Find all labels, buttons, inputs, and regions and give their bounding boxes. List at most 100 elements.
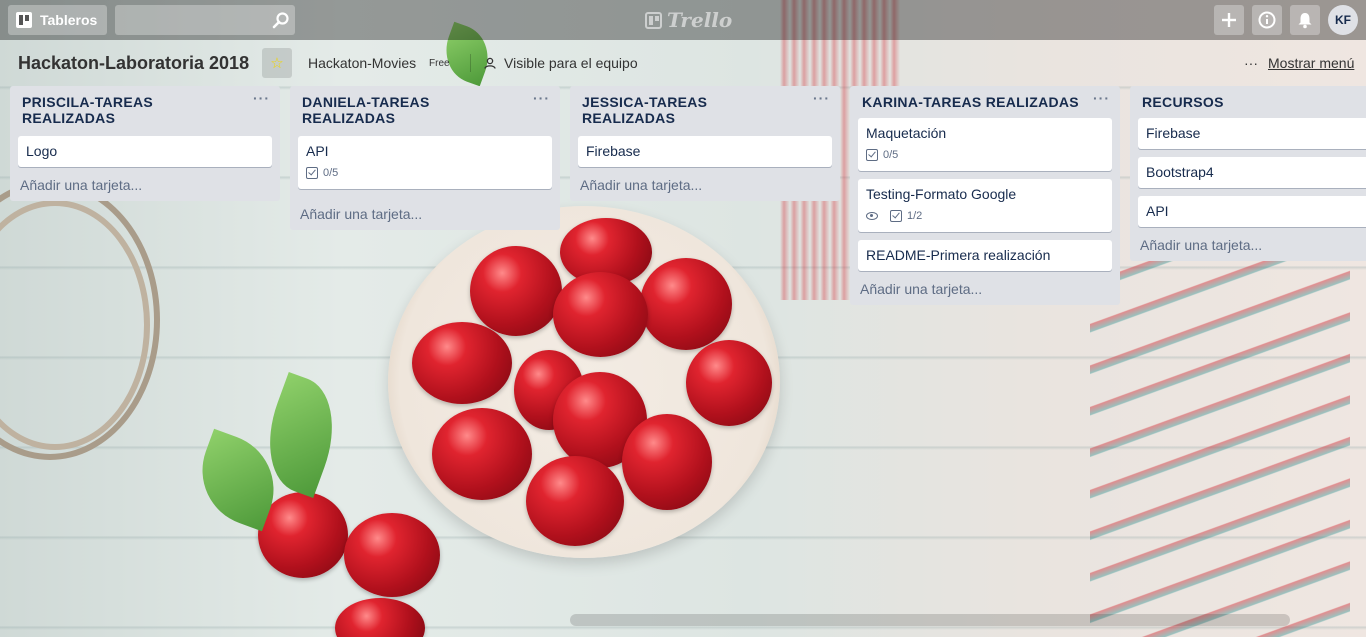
card[interactable]: API xyxy=(1138,196,1366,227)
list-title[interactable]: PRISCILA-TAREAS REALIZADAS xyxy=(22,94,153,126)
divider xyxy=(470,54,471,72)
trello-logo[interactable]: Trello xyxy=(645,8,732,32)
team-plan-badge: Free xyxy=(429,58,450,69)
list-header[interactable]: KARINA-TAREAS REALIZADAS ··· xyxy=(858,86,1112,110)
list-header[interactable]: JESSICA-TAREAS REALIZADAS ··· xyxy=(578,86,832,128)
checklist-badge: 0/5 xyxy=(306,164,338,182)
card-title: Logo xyxy=(26,143,58,159)
background-cherry xyxy=(622,414,712,510)
list-title[interactable]: JESSICA-TAREAS REALIZADAS xyxy=(582,94,707,126)
checklist-count: 1/2 xyxy=(907,210,923,222)
background-towel xyxy=(1090,250,1350,637)
add-card-button[interactable]: Añadir una tarjeta... xyxy=(18,169,272,201)
eye-icon xyxy=(866,212,878,220)
background-cherry xyxy=(514,350,584,430)
checklist-count: 0/5 xyxy=(323,167,339,179)
create-button[interactable] xyxy=(1214,5,1244,35)
search-input[interactable] xyxy=(115,5,295,35)
boards-button[interactable]: Tableros xyxy=(8,5,108,35)
background-whisk xyxy=(0,180,160,460)
checklist-badge: 0/5 xyxy=(866,146,898,164)
background-cherry xyxy=(432,408,532,500)
scrollbar-thumb[interactable] xyxy=(570,614,1290,626)
list: PRISCILA-TAREAS REALIZADAS ··· Logo Añad… xyxy=(10,86,280,201)
list-header[interactable]: DANIELA-TAREAS REALIZADAS ··· xyxy=(298,86,552,128)
list-menu-icon[interactable]: ··· xyxy=(813,90,830,106)
card-title: Firebase xyxy=(586,143,641,159)
list: DANIELA-TAREAS REALIZADAS ··· API 0/5 Añ… xyxy=(290,86,560,230)
team-name[interactable]: Hackaton-Movies xyxy=(308,55,416,71)
add-card-button[interactable]: Añadir una tarjeta... xyxy=(298,191,552,230)
background-bowl xyxy=(388,206,780,558)
background-cherry xyxy=(686,340,772,426)
checklist-count: 0/5 xyxy=(883,149,899,161)
bell-icon xyxy=(1298,13,1312,29)
card[interactable]: README-Primera realización xyxy=(858,240,1112,271)
background-leaf xyxy=(186,428,290,532)
card-badges: 0/5 xyxy=(306,164,544,182)
background-cherry xyxy=(553,272,648,357)
add-card-button[interactable]: Añadir una tarjeta... xyxy=(858,273,1112,305)
card-title: API xyxy=(1146,203,1169,219)
card-badges: 1/2 xyxy=(866,207,1104,225)
board-header: Hackaton-Laboratoria 2018 ☆ Hackaton-Mov… xyxy=(0,40,1366,84)
card-title: Testing-Formato Google xyxy=(866,186,1017,202)
checklist-badge: 1/2 xyxy=(890,207,922,225)
card-title: Bootstrap4 xyxy=(1146,164,1214,180)
background-cherry xyxy=(258,492,348,578)
list: JESSICA-TAREAS REALIZADAS ··· Firebase A… xyxy=(570,86,840,201)
visibility-label: Visible para el equipo xyxy=(504,55,638,71)
show-menu-button[interactable]: ··· Mostrar menú xyxy=(1244,55,1354,71)
more-icon: ··· xyxy=(1244,55,1258,71)
card[interactable]: Bootstrap4 xyxy=(1138,157,1366,188)
background-cherry xyxy=(560,218,652,286)
list: RECURSOS Firebase Bootstrap4 API Añadir … xyxy=(1130,86,1366,261)
list-header[interactable]: RECURSOS xyxy=(1138,86,1366,110)
card[interactable]: Maquetación 0/5 xyxy=(858,118,1112,171)
list-title[interactable]: RECURSOS xyxy=(1142,94,1224,110)
top-navigation-bar: Tableros Trello KF xyxy=(0,0,1366,40)
watch-badge xyxy=(866,212,878,220)
visibility-button[interactable]: Visible para el equipo xyxy=(484,55,638,71)
background-cherry xyxy=(526,456,624,546)
horizontal-scrollbar[interactable] xyxy=(570,614,1290,626)
add-card-button[interactable]: Añadir una tarjeta... xyxy=(578,169,832,201)
card[interactable]: Firebase xyxy=(578,136,832,167)
avatar[interactable]: KF xyxy=(1328,5,1358,35)
show-menu-label: Mostrar menú xyxy=(1268,55,1355,71)
notifications-button[interactable] xyxy=(1290,5,1320,35)
background-cherry xyxy=(335,598,425,637)
background-whisk-inner xyxy=(0,200,150,450)
card-title: Firebase xyxy=(1146,125,1201,141)
card[interactable]: Testing-Formato Google 1/2 xyxy=(858,179,1112,232)
card-title: API xyxy=(306,143,329,159)
search-icon[interactable] xyxy=(272,11,290,29)
background-cherry xyxy=(553,372,647,468)
add-card-button[interactable]: Añadir una tarjeta... xyxy=(1138,229,1366,261)
info-button[interactable] xyxy=(1252,5,1282,35)
list-menu-icon[interactable]: ··· xyxy=(1093,90,1110,106)
trello-logo-icon xyxy=(645,11,662,29)
list: KARINA-TAREAS REALIZADAS ··· Maquetación… xyxy=(850,86,1120,305)
boards-button-label: Tableros xyxy=(40,12,98,28)
card[interactable]: API 0/5 xyxy=(298,136,552,189)
list-title[interactable]: DANIELA-TAREAS REALIZADAS xyxy=(302,94,430,126)
card-title: Maquetación xyxy=(866,125,947,141)
background-leaf xyxy=(251,372,351,498)
list-menu-icon[interactable]: ··· xyxy=(253,90,270,106)
checklist-icon xyxy=(890,210,902,222)
card[interactable]: Logo xyxy=(18,136,272,167)
list-title[interactable]: KARINA-TAREAS REALIZADAS xyxy=(862,94,1079,110)
team-visibility-icon xyxy=(484,57,496,69)
list-header[interactable]: PRISCILA-TAREAS REALIZADAS ··· xyxy=(18,86,272,128)
background-cherry xyxy=(640,258,732,350)
card[interactable]: Firebase xyxy=(1138,118,1366,149)
boards-icon xyxy=(16,12,32,28)
trello-logo-text: Trello xyxy=(667,8,733,32)
background-cherry xyxy=(344,513,440,597)
checklist-icon xyxy=(866,149,878,161)
card-badges: 0/5 xyxy=(866,146,1104,164)
star-button[interactable]: ☆ xyxy=(262,48,292,78)
list-menu-icon[interactable]: ··· xyxy=(533,90,550,106)
board-title[interactable]: Hackaton-Laboratoria 2018 xyxy=(18,53,249,74)
